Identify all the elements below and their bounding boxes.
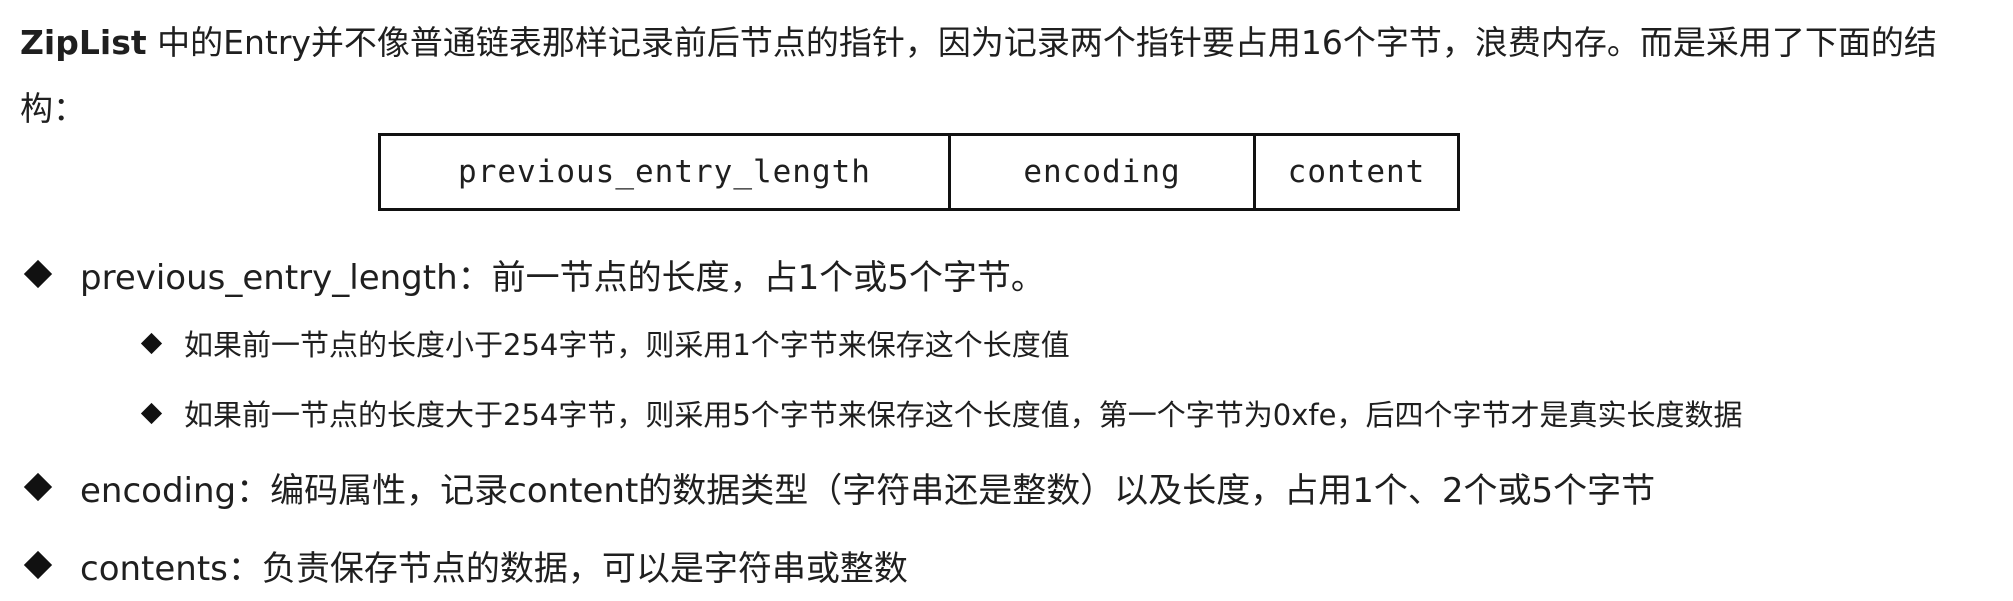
intro-text: 中的Entry并不像普通链表那样记录前后节点的指针，因为记录两个指针要占用16个…	[20, 23, 1937, 128]
field-content: content	[1253, 136, 1457, 208]
bullet-previous-entry-length: previous_entry_length：前一节点的长度，占1个或5个字节。	[22, 252, 1045, 298]
sub-bullet-less-than-254: 如果前一节点的长度小于254字节，则采用1个字节来保存这个长度值	[140, 324, 1070, 362]
diamond-bullet-icon	[23, 550, 53, 580]
bullet-encoding: encoding：编码属性，记录content的数据类型（字符串还是整数）以及长…	[22, 465, 1656, 511]
entry-structure-table: previous_entry_length encoding content	[378, 133, 1460, 211]
sub-bullet-greater-than-254: 如果前一节点的长度大于254字节，则采用5个字节来保存这个长度值，第一个字节为0…	[140, 394, 1742, 432]
bullet-text: contents：负责保存节点的数据，可以是字符串或整数	[80, 548, 908, 589]
bullet-text: 如果前一节点的长度大于254字节，则采用5个字节来保存这个长度值，第一个字节为0…	[184, 398, 1743, 432]
ziplist-term: ZipList	[20, 23, 147, 62]
field-previous-entry-length: previous_entry_length	[458, 154, 871, 190]
diamond-bullet-icon	[23, 259, 53, 289]
intro-paragraph: ZipList 中的Entry并不像普通链表那样记录前后节点的指针，因为记录两个…	[20, 10, 2000, 142]
field-encoding: encoding	[948, 136, 1253, 208]
bullet-text: encoding：编码属性，记录content的数据类型（字符串还是整数）以及长…	[80, 470, 1656, 511]
diamond-bullet-icon	[140, 332, 163, 354]
diamond-bullet-icon	[23, 472, 53, 502]
bullet-text: previous_entry_length：前一节点的长度，占1个或5个字节。	[80, 257, 1045, 298]
bullet-contents: contents：负责保存节点的数据，可以是字符串或整数	[22, 543, 908, 589]
diamond-bullet-icon	[140, 402, 163, 424]
bullet-text: 如果前一节点的长度小于254字节，则采用1个字节来保存这个长度值	[184, 328, 1070, 362]
